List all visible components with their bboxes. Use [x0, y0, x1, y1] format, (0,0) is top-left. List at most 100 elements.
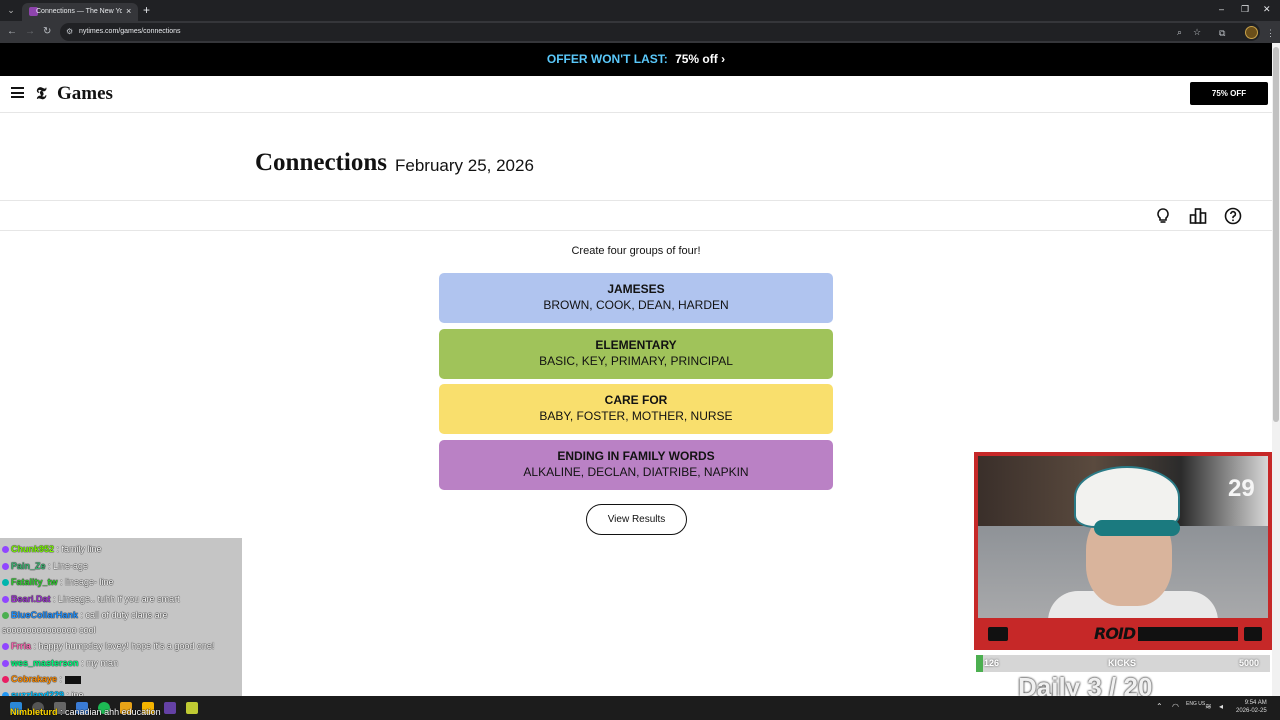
language-indicator[interactable]: ENG US [1186, 701, 1205, 707]
forward-icon[interactable]: → [25, 25, 35, 39]
group-words: BASIC, KEY, PRIMARY, PRINCIPAL [539, 354, 733, 368]
tab-close-icon[interactable]: × [126, 5, 131, 17]
view-results-button[interactable]: View Results [586, 504, 687, 535]
subscriber-badge-icon [2, 676, 9, 684]
obs-icon[interactable] [164, 702, 176, 714]
reload-icon[interactable]: ↻ [43, 25, 51, 39]
promo-banner[interactable]: OFFER WON'T LAST: 75% off › [0, 43, 1272, 76]
subscriber-badge-icon [2, 643, 9, 651]
chat-username: wes_masterson [11, 658, 79, 668]
browser-menu-icon[interactable]: ⋮ [1266, 27, 1275, 39]
chat-text: : canadian ahh education [60, 707, 161, 717]
puzzle-date: February 25, 2026 [395, 156, 534, 175]
hamburger-menu-icon[interactable] [11, 87, 24, 98]
chat-username: Cobrakaye [11, 674, 58, 684]
chat-text: : [59, 674, 63, 684]
clock-date: 2026-02-25 [1236, 708, 1267, 714]
chat-username: Chunk952 [11, 544, 55, 554]
chat-message: Beari.Dat : Lineage.. tuhh if you are sm… [2, 593, 180, 605]
back-icon[interactable]: ← [7, 25, 17, 39]
star-logo-icon [1244, 627, 1262, 641]
kicks-goal: 5000 [1239, 658, 1260, 668]
chat-message: Chunk952 : family line [2, 543, 102, 555]
emote-icon [64, 675, 81, 684]
zoom-icon[interactable]: ⌕ [1177, 26, 1182, 38]
group-name: ELEMENTARY [595, 338, 677, 352]
scrollbar-thumb[interactable] [1273, 47, 1279, 422]
promo-offer-label: OFFER WON'T LAST: [546, 52, 668, 66]
chat-message: Pain_Ze : Line-age [2, 560, 88, 572]
browser-tab-bar: ⌄ Connections — The New York T × + – ❐ ✕ [0, 0, 1280, 21]
site-info-icon[interactable]: ⚙ [66, 26, 73, 38]
chat-text: : happy humpday lovey! hope it's a good … [33, 641, 215, 651]
chat-text: soooooooooooooo cool [2, 625, 96, 635]
subscriber-badge-icon [2, 612, 9, 620]
channel-logo-icon [988, 627, 1008, 641]
window-close-icon[interactable]: ✕ [1263, 3, 1271, 16]
chat-text: : my man [81, 658, 119, 668]
system-clock[interactable]: 9:54 AM 2026-02-25 [1236, 699, 1267, 715]
profile-avatar[interactable] [1245, 26, 1258, 39]
browser-tab[interactable]: Connections — The New York T × [22, 3, 138, 21]
chat-text: : Lineage.. tuhh if you are smart [53, 594, 180, 604]
lightbulb-icon[interactable] [1154, 207, 1172, 225]
page-scrollbar[interactable] [1272, 43, 1280, 696]
site-header: 𝕿 Games 75% OFF [0, 76, 1272, 113]
webcam-brand-bar: ROID [978, 624, 1268, 644]
subscriber-badge-icon [2, 563, 9, 571]
kicks-current: 126 [984, 658, 1000, 668]
subscribe-offer-button[interactable]: 75% OFF [1190, 82, 1268, 105]
game-toolbar [0, 201, 1272, 231]
new-tab-icon[interactable]: + [143, 3, 150, 17]
extensions-icon[interactable]: ⧉ [1219, 27, 1225, 39]
page-title: Connections [255, 149, 387, 176]
game-title-bar: Connections February 25, 2026 [0, 113, 1272, 201]
subscriber-badge-icon [2, 596, 9, 604]
jersey-number: 29 [1228, 475, 1255, 502]
minimize-icon[interactable]: – [1219, 3, 1224, 16]
restore-icon[interactable]: ❐ [1241, 3, 1249, 16]
url-text[interactable]: nytimes.com/games/connections [79, 26, 181, 38]
group-name: JAMESES [607, 282, 665, 296]
chat-username: Frria [11, 641, 32, 651]
group-words: ALKALINE, DECLAN, DIATRIBE, NAPKIN [523, 465, 749, 479]
solved-group-1: JAMESES BROWN, COOK, DEAN, HARDEN [439, 273, 833, 323]
wifi-icon[interactable]: ≋ [1205, 702, 1212, 712]
app-icon[interactable] [186, 702, 198, 714]
chat-message: wes_masterson : my man [2, 657, 118, 669]
tab-search-icon[interactable]: ⌄ [4, 4, 18, 17]
chat-username: BlueCollarHank [11, 610, 79, 620]
chat-message: soooooooooooooo cool [2, 624, 96, 636]
webcam-overlay: 29 ROID [974, 452, 1272, 650]
volume-icon[interactable]: ◂ [1219, 702, 1223, 712]
subscriber-badge-icon [2, 546, 9, 554]
chat-text: : Line-age [48, 561, 89, 571]
group-name: CARE FOR [604, 393, 668, 407]
chat-username: Beari.Dat [11, 594, 51, 604]
chat-username: Pain_Ze [11, 561, 46, 571]
promo-deal-link[interactable]: 75% off › [675, 52, 725, 66]
group-words: BABY, FOSTER, MOTHER, NURSE [539, 409, 733, 423]
kicks-goal-bar: 126 KICKS 5000 [976, 655, 1270, 672]
games-brand[interactable]: Games [57, 83, 113, 105]
chat-message: Fatality_tw : lineage- line [2, 576, 114, 588]
clock-time: 9:54 AM [1244, 700, 1267, 706]
nyt-logo-icon[interactable]: 𝕿 [36, 84, 46, 104]
browser-toolbar: ← → ↻ ⚙ nytimes.com/games/connections ⌕ … [0, 21, 1280, 43]
chat-text: : family line [56, 544, 102, 554]
address-bar[interactable]: ⚙ nytimes.com/games/connections ⌕ ☆ [60, 23, 1260, 41]
subscriber-badge-icon [2, 660, 9, 668]
chat-text: : call of duty clans are [80, 610, 168, 620]
group-words: BROWN, COOK, DEAN, HARDEN [543, 298, 729, 312]
instructions-text: Create four groups of four! [571, 245, 701, 257]
stream-chat-overlay: Chunk952 : family line Pain_Ze : Line-ag… [0, 538, 242, 700]
bookmark-star-icon[interactable]: ☆ [1193, 26, 1201, 38]
leaderboard-icon[interactable] [1189, 207, 1207, 225]
solved-group-3: CARE FOR BABY, FOSTER, MOTHER, NURSE [439, 384, 833, 434]
tray-chevron-icon[interactable]: ⌃ [1156, 702, 1163, 712]
network-icon[interactable]: ◠ [1172, 702, 1179, 712]
chat-message: Nimbleturd : canadian ahh education [10, 706, 161, 718]
subscriber-badge-icon [2, 579, 9, 587]
group-name: ENDING IN FAMILY WORDS [557, 449, 715, 463]
help-icon[interactable] [1224, 207, 1242, 225]
